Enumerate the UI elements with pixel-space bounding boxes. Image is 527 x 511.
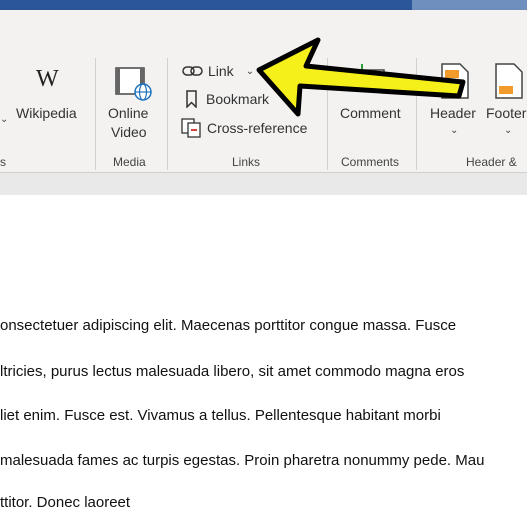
annotation-arrow-icon: [256, 37, 466, 117]
